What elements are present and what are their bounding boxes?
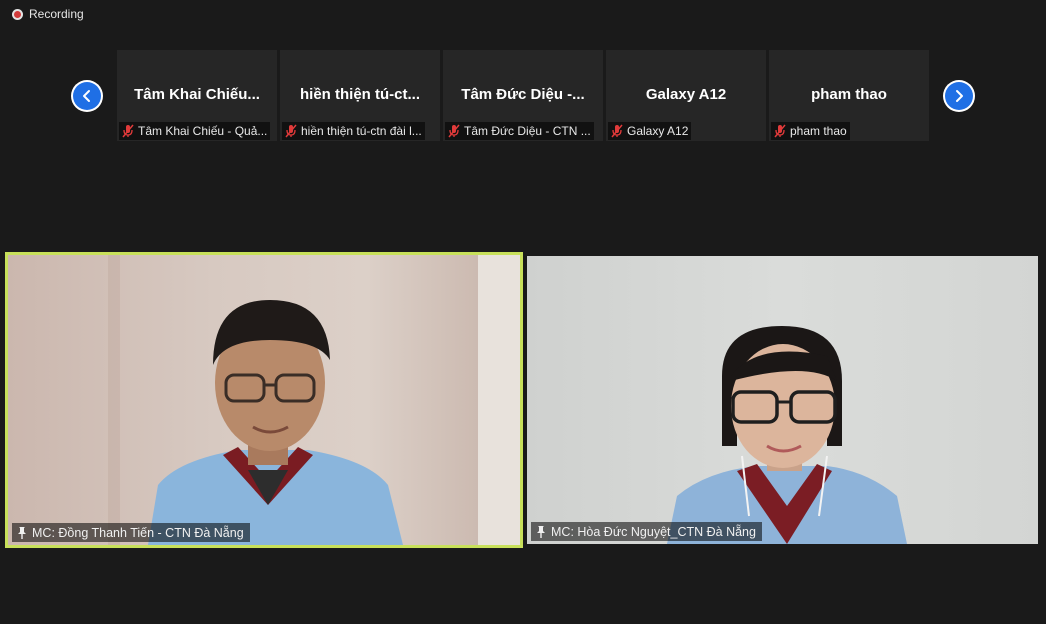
recording-indicator: Recording bbox=[12, 7, 84, 21]
participant-name: Galaxy A12 bbox=[645, 86, 727, 103]
participant-tile[interactable]: Galaxy A12 Galaxy A12 bbox=[606, 50, 766, 141]
mic-muted-icon bbox=[774, 124, 786, 138]
participant-tile[interactable]: pham thao pham thao bbox=[769, 50, 929, 141]
participant-tile[interactable]: Tâm Khai Chiếu... Tâm Khai Chiếu - Quả..… bbox=[117, 50, 277, 141]
chevron-right-icon bbox=[956, 90, 963, 102]
participant-name: hiền thiện tú-ct... bbox=[300, 86, 420, 103]
video-tile[interactable]: MC: Hòa Đức Nguyệt_CTN Đà Nẵng bbox=[527, 256, 1038, 544]
participant-thumbnail-strip: Tâm Khai Chiếu... Tâm Khai Chiếu - Quả..… bbox=[117, 50, 929, 141]
participant-name: pham thao bbox=[811, 86, 887, 103]
video-tile-active-speaker[interactable]: MC: Đồng Thanh Tiến - CTN Đà Nẵng bbox=[5, 252, 523, 548]
participant-name: Tâm Đức Diệu -... bbox=[461, 86, 585, 103]
previous-page-button[interactable] bbox=[71, 80, 103, 112]
participant-video-feed bbox=[667, 326, 907, 544]
participant-label: pham thao bbox=[771, 122, 850, 140]
recording-label: Recording bbox=[29, 7, 84, 21]
participant-tile[interactable]: Tâm Đức Diệu -... Tâm Đức Diệu - CTN ... bbox=[443, 50, 603, 141]
participant-label: Tâm Khai Chiếu - Quả... bbox=[119, 122, 271, 140]
next-page-button[interactable] bbox=[943, 80, 975, 112]
participant-label: Galaxy A12 bbox=[608, 122, 692, 140]
participant-video-feed bbox=[108, 255, 520, 545]
participant-label: Tâm Đức Diệu - CTN ... bbox=[445, 122, 594, 140]
mic-muted-icon bbox=[285, 124, 297, 138]
participant-tile[interactable]: hiền thiện tú-ct... hiền thiện tú-ctn đà… bbox=[280, 50, 440, 141]
mic-muted-icon bbox=[611, 124, 623, 138]
chevron-left-icon bbox=[83, 90, 90, 102]
video-name-label: MC: Đồng Thanh Tiến - CTN Đà Nẵng bbox=[12, 523, 250, 542]
pin-icon bbox=[18, 526, 26, 539]
video-name-label: MC: Hòa Đức Nguyệt_CTN Đà Nẵng bbox=[531, 522, 762, 541]
participant-name: Tâm Khai Chiếu... bbox=[134, 86, 260, 103]
recording-icon bbox=[12, 8, 23, 20]
mic-muted-icon bbox=[122, 124, 134, 138]
mic-muted-icon bbox=[448, 124, 460, 138]
participant-label: hiền thiện tú-ctn đài l... bbox=[282, 122, 425, 140]
pin-icon bbox=[537, 525, 545, 538]
